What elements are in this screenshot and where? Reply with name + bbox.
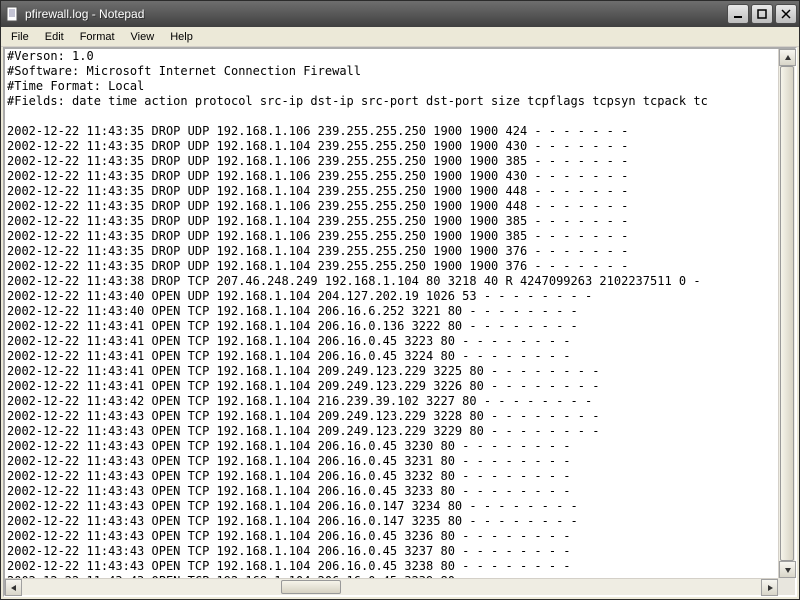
titlebar[interactable]: pfirewall.log - Notepad [1,1,799,27]
notepad-window: pfirewall.log - Notepad File Edit Format… [0,0,800,600]
scroll-left-button[interactable] [5,579,22,596]
menu-view[interactable]: View [123,29,163,45]
horizontal-scrollbar-thumb[interactable] [281,580,341,594]
vertical-scrollbar[interactable] [778,49,795,578]
menu-edit[interactable]: Edit [37,29,72,45]
vertical-scrollbar-thumb[interactable] [780,66,794,561]
scroll-down-button[interactable] [779,561,796,578]
menubar: File Edit Format View Help [1,27,799,47]
close-button[interactable] [775,4,797,24]
maximize-button[interactable] [751,4,773,24]
editor-frame: #Verson: 1.0 #Software: Microsoft Intern… [3,47,797,597]
window-controls [727,4,797,24]
scroll-up-button[interactable] [779,49,796,66]
menu-help[interactable]: Help [162,29,201,45]
scroll-right-button[interactable] [761,579,778,596]
horizontal-scrollbar-track[interactable] [22,579,761,595]
notepad-icon [5,6,21,22]
window-title: pfirewall.log - Notepad [25,7,727,21]
menu-format[interactable]: Format [72,29,123,45]
scrollbar-corner [778,578,795,595]
text-area[interactable]: #Verson: 1.0 #Software: Microsoft Intern… [5,49,778,578]
horizontal-scrollbar[interactable] [5,578,778,595]
minimize-button[interactable] [727,4,749,24]
menu-file[interactable]: File [3,29,37,45]
vertical-scrollbar-track[interactable] [779,66,795,561]
